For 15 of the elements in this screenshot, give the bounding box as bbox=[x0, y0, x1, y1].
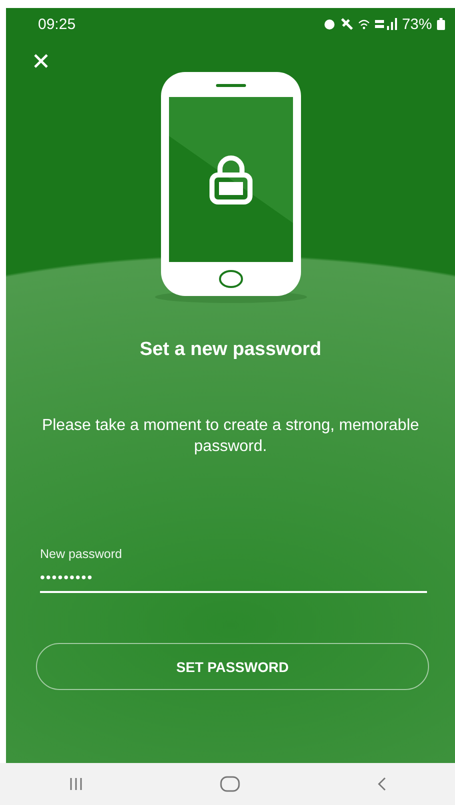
back-icon[interactable] bbox=[376, 776, 386, 792]
signal-icon bbox=[374, 18, 397, 30]
instruction-text: Please take a moment to create a strong, memorable password. bbox=[40, 416, 420, 457]
password-field[interactable]: ••••••••• bbox=[40, 565, 427, 593]
set-password-button[interactable]: SET PASSWORD bbox=[36, 643, 429, 690]
mute-icon bbox=[340, 18, 353, 30]
close-button[interactable] bbox=[32, 52, 50, 70]
page-title: Set a new password bbox=[138, 339, 322, 361]
field-label: New password bbox=[40, 547, 123, 561]
recent-apps-icon[interactable] bbox=[68, 777, 82, 791]
wifi-icon bbox=[358, 18, 370, 30]
status-time: 09:25 bbox=[38, 16, 76, 32]
home-icon[interactable] bbox=[220, 776, 240, 792]
battery-icon bbox=[437, 18, 445, 30]
battery-percent: 73% bbox=[402, 16, 432, 32]
